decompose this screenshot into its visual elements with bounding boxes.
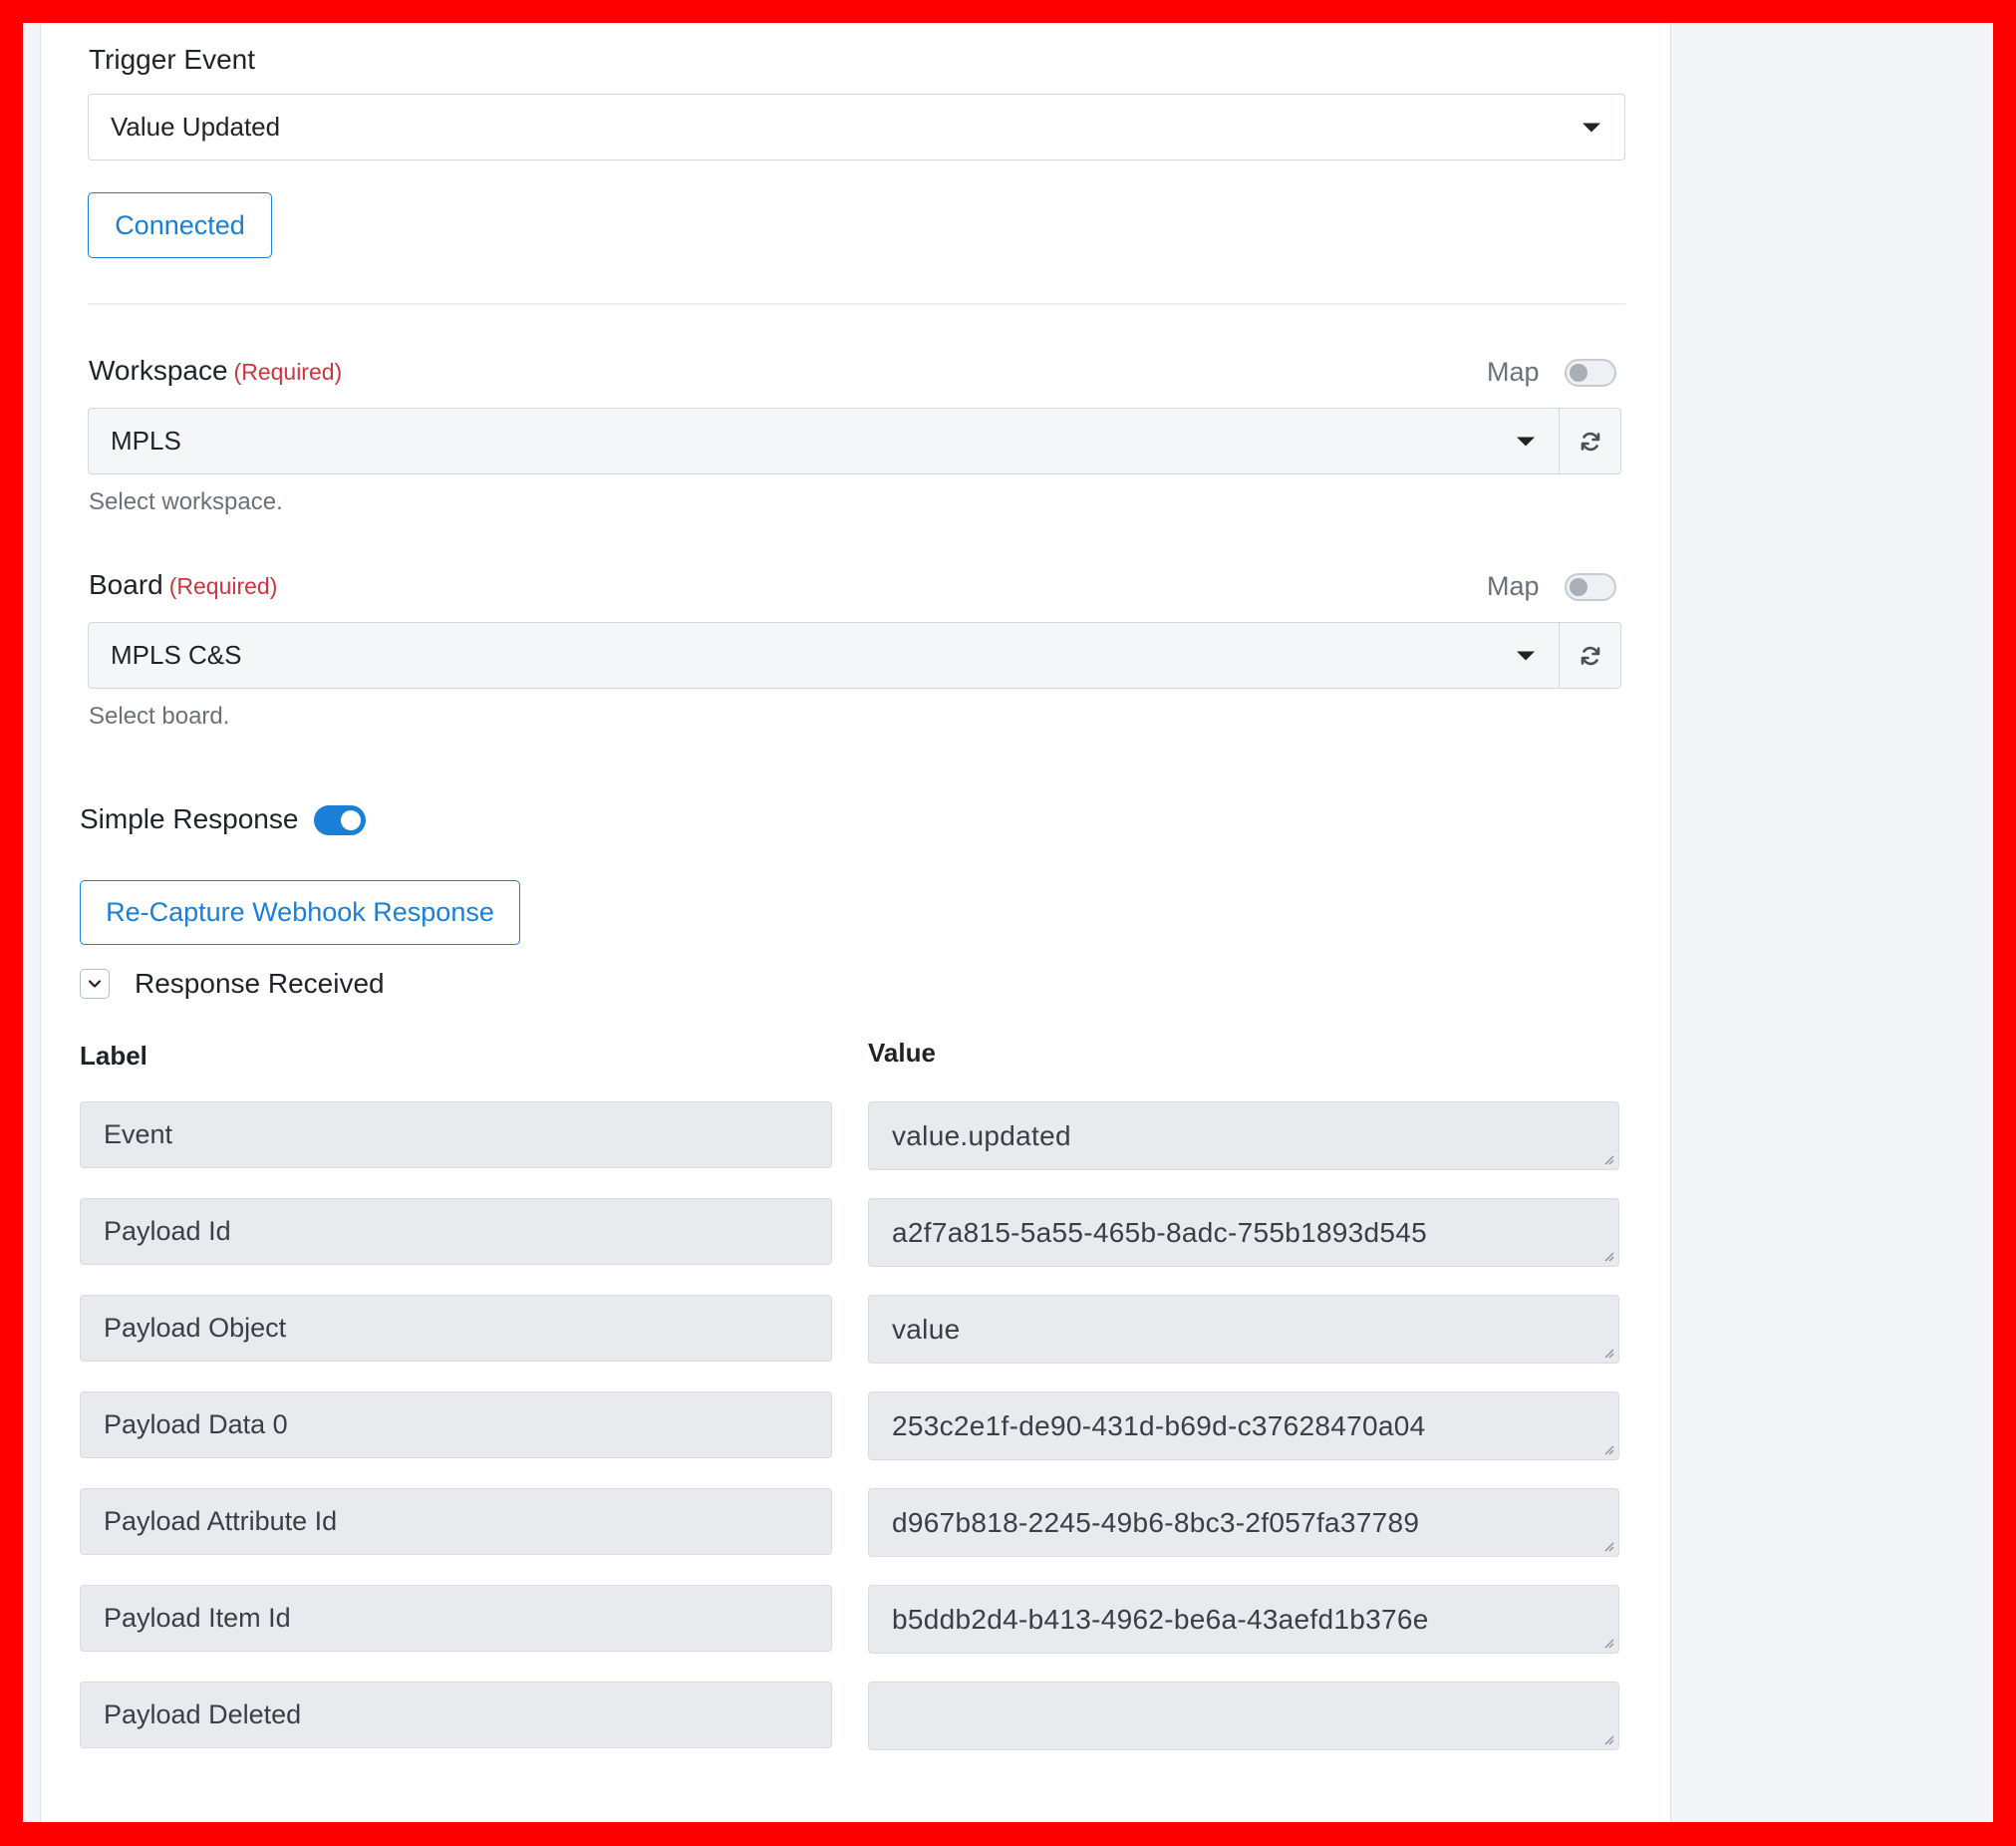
board-label: Board (Required): [89, 569, 277, 601]
toggle-knob: [1570, 364, 1587, 382]
chevron-down-icon: [1517, 437, 1535, 446]
table-row: Payload Object value: [80, 1295, 1622, 1391]
row-value-field[interactable]: d967b818-2245-49b6-8bc3-2f057fa37789: [868, 1488, 1619, 1557]
trigger-event-value: Value Updated: [111, 112, 281, 142]
resize-grip-icon[interactable]: [1602, 1637, 1614, 1649]
table-row: Payload Id a2f7a815-5a55-465b-8adc-755b1…: [80, 1198, 1622, 1295]
workspace-required-tag: (Required): [233, 359, 343, 385]
row-value: a2f7a815-5a55-465b-8adc-755b1893d545: [892, 1216, 1428, 1248]
row-value: d967b818-2245-49b6-8bc3-2f057fa37789: [892, 1506, 1420, 1538]
table-row: Event value.updated: [80, 1101, 1622, 1198]
row-value-field[interactable]: 253c2e1f-de90-431d-b69d-c37628470a04: [868, 1391, 1619, 1460]
row-label: Payload Object: [80, 1295, 832, 1362]
trigger-event-label: Trigger Event: [89, 44, 256, 75]
workspace-value: MPLS: [111, 426, 181, 456]
resize-grip-icon[interactable]: [1602, 1540, 1614, 1552]
row-label: Payload Item Id: [80, 1585, 832, 1652]
table-row: Payload Data 0 253c2e1f-de90-431d-b69d-c…: [80, 1391, 1622, 1488]
table-row: Payload Attribute Id d967b818-2245-49b6-…: [80, 1488, 1622, 1585]
response-received-label: Response Received: [135, 968, 385, 999]
board-help-text: Select board.: [89, 703, 230, 730]
board-map-label: Map: [1487, 571, 1540, 601]
workspace-map-label: Map: [1487, 357, 1540, 387]
resize-grip-icon[interactable]: [1602, 1153, 1614, 1165]
resize-grip-icon[interactable]: [1602, 1250, 1614, 1262]
section-divider: [88, 303, 1625, 305]
row-value-field[interactable]: b5ddb2d4-b413-4962-be6a-43aefd1b376e: [868, 1585, 1619, 1654]
toggle-knob: [341, 810, 361, 830]
board-required-tag: (Required): [168, 573, 278, 599]
row-value-field[interactable]: a2f7a815-5a55-465b-8adc-755b1893d545: [868, 1198, 1619, 1267]
chevron-down-icon: [1583, 123, 1600, 132]
workspace-label-text: Workspace: [89, 355, 228, 386]
row-value: 253c2e1f-de90-431d-b69d-c37628470a04: [892, 1409, 1426, 1441]
value-column-header: Value: [868, 1038, 936, 1068]
resize-grip-icon[interactable]: [1602, 1443, 1614, 1455]
simple-response-label: Simple Response: [80, 803, 299, 834]
response-table: Event value.updated Payload Id a2f7a815-…: [80, 1101, 1622, 1778]
workspace-refresh-button[interactable]: [1560, 408, 1621, 474]
board-select[interactable]: MPLS C&S: [88, 622, 1560, 689]
board-refresh-button[interactable]: [1560, 622, 1621, 689]
connected-button[interactable]: Connected: [88, 192, 272, 258]
response-collapse-toggle[interactable]: [80, 969, 110, 999]
table-row: Payload Deleted: [80, 1682, 1622, 1778]
row-label: Payload Data 0: [80, 1391, 832, 1458]
simple-response-toggle[interactable]: [314, 805, 366, 835]
row-value-field[interactable]: value: [868, 1295, 1619, 1364]
row-value: value.updated: [892, 1119, 1071, 1151]
row-value: value: [892, 1313, 961, 1345]
table-row: Payload Item Id b5ddb2d4-b413-4962-be6a-…: [80, 1585, 1622, 1682]
row-label: Payload Id: [80, 1198, 832, 1265]
board-value: MPLS C&S: [111, 640, 242, 670]
board-map-toggle[interactable]: [1565, 573, 1616, 601]
label-column-header: Label: [80, 1041, 147, 1071]
workspace-map-toggle[interactable]: [1565, 359, 1616, 387]
row-label: Payload Attribute Id: [80, 1488, 832, 1555]
resize-grip-icon[interactable]: [1602, 1733, 1614, 1745]
chevron-down-icon: [88, 980, 102, 988]
chevron-down-icon: [1517, 651, 1535, 660]
toggle-knob: [1570, 578, 1587, 596]
workspace-help-text: Select workspace.: [89, 488, 283, 515]
recapture-webhook-button[interactable]: Re-Capture Webhook Response: [80, 880, 520, 945]
row-label: Event: [80, 1101, 832, 1168]
row-label: Payload Deleted: [80, 1682, 832, 1748]
trigger-event-select[interactable]: Value Updated: [88, 94, 1625, 160]
row-value: b5ddb2d4-b413-4962-be6a-43aefd1b376e: [892, 1603, 1429, 1635]
resize-grip-icon[interactable]: [1602, 1347, 1614, 1359]
row-value-field[interactable]: [868, 1682, 1619, 1750]
row-value-field[interactable]: value.updated: [868, 1101, 1619, 1170]
board-label-text: Board: [89, 569, 163, 600]
refresh-icon: [1581, 432, 1599, 451]
workspace-select[interactable]: MPLS: [88, 408, 1560, 474]
refresh-icon: [1581, 646, 1599, 665]
workspace-label: Workspace (Required): [89, 355, 342, 387]
